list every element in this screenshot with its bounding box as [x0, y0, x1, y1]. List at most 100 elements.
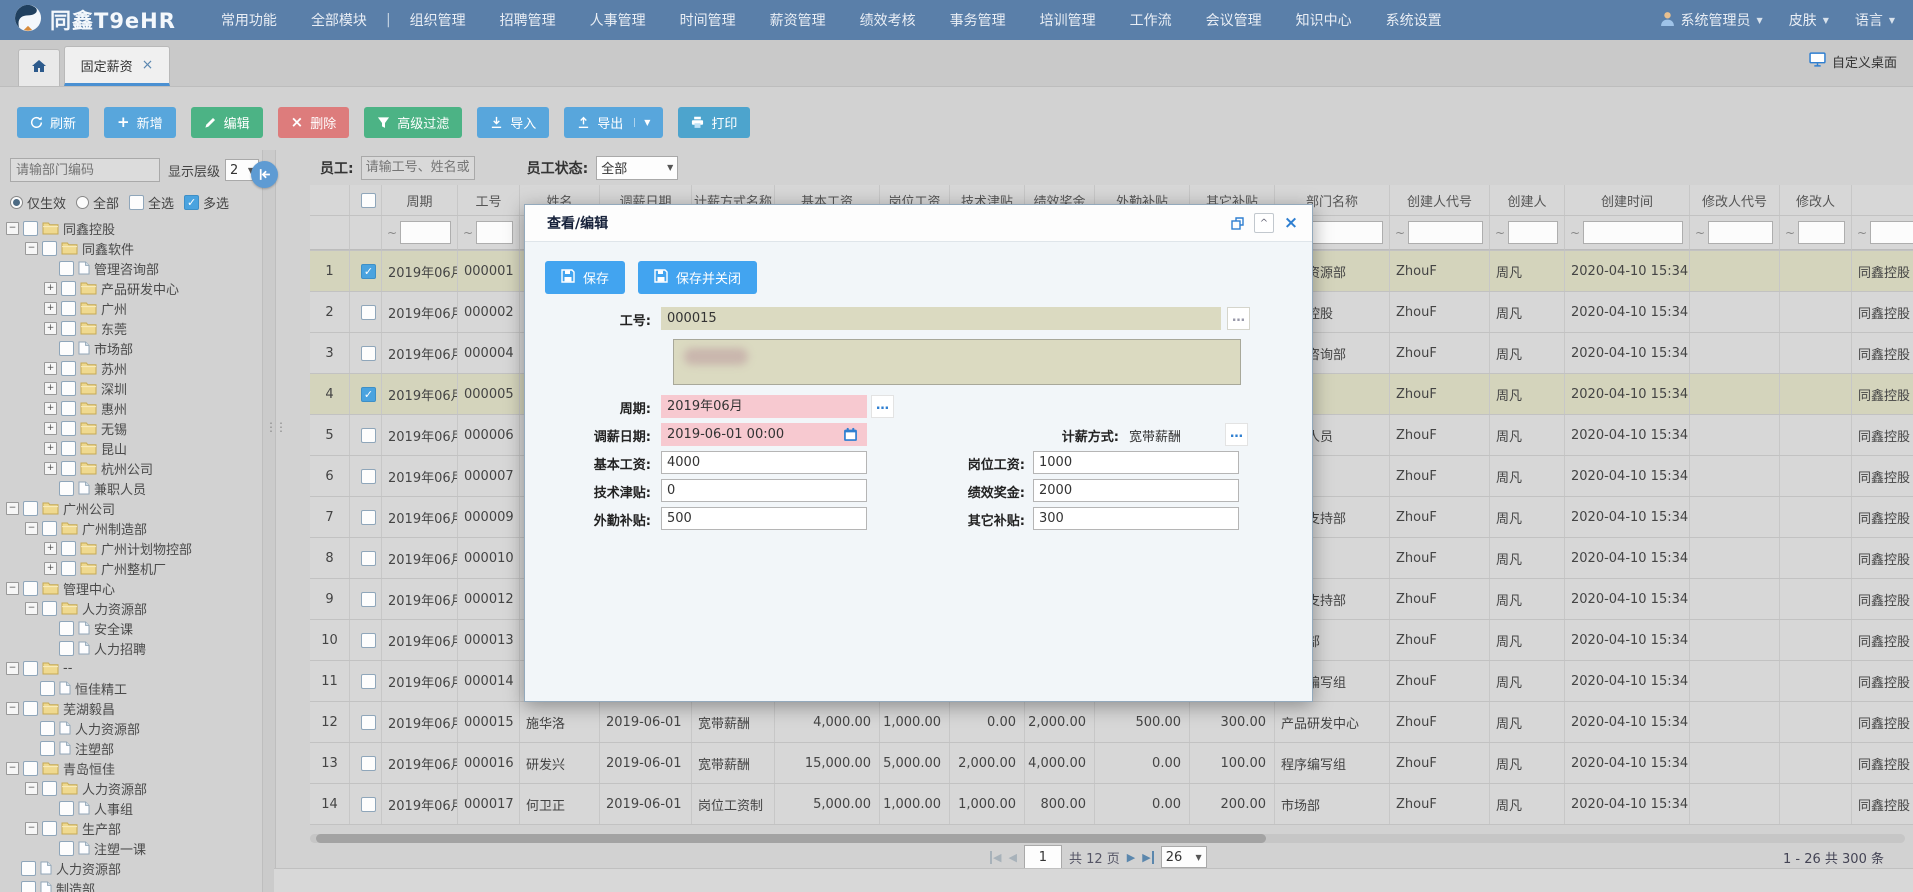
expand-node-icon[interactable]: +	[44, 402, 57, 415]
adjust-date-field[interactable]: 2019-06-01 00:00	[661, 423, 867, 446]
tree-checkbox[interactable]	[61, 281, 76, 296]
tab-fixed-salary[interactable]: 固定薪资 ×	[64, 46, 170, 86]
column-filter-input[interactable]	[400, 221, 451, 244]
tree-item[interactable]: 人力资源部	[0, 718, 262, 738]
collapse-node-icon[interactable]: −	[6, 762, 19, 775]
tree-checkbox[interactable]	[61, 401, 76, 416]
expand-node-icon[interactable]: +	[44, 282, 57, 295]
close-dialog-icon[interactable]: ×	[1282, 214, 1300, 232]
nav-item-13[interactable]: 知识中心	[1279, 10, 1369, 30]
user-menu[interactable]: 系统管理员▼	[1660, 10, 1763, 30]
expand-node-icon[interactable]: +	[44, 302, 57, 315]
tree-checkbox[interactable]	[42, 821, 57, 836]
tree-item[interactable]: 管理咨询部	[0, 258, 262, 278]
print-button[interactable]: 打印	[678, 107, 750, 138]
empno-lookup-button[interactable]: …	[1227, 307, 1250, 330]
table-row[interactable]: 122019年06月000015施华洛2019-06-01宽带薪酬4,000.0…	[310, 702, 1913, 743]
tree-item[interactable]: 制造部	[0, 878, 262, 892]
nav-item-2[interactable]: 全部模块	[294, 10, 384, 30]
dept-code-input[interactable]	[10, 158, 160, 182]
page-number-input[interactable]	[1024, 845, 1062, 869]
tree-item[interactable]: −广州制造部	[0, 518, 262, 538]
nav-item-11[interactable]: 工作流	[1113, 10, 1189, 30]
tree-item[interactable]: 注塑一课	[0, 838, 262, 858]
tree-checkbox[interactable]	[23, 701, 38, 716]
tree-checkbox[interactable]	[59, 841, 74, 856]
expand-node-icon[interactable]: +	[44, 382, 57, 395]
horizontal-scrollbar[interactable]	[310, 834, 1905, 843]
column-filter-input[interactable]	[1870, 221, 1913, 244]
tree-item[interactable]: +广州	[0, 298, 262, 318]
scrollbar-thumb[interactable]	[316, 834, 1266, 843]
filter-button[interactable]: 高级过滤	[364, 107, 462, 138]
tree-item[interactable]: +昆山	[0, 438, 262, 458]
row-checkbox[interactable]	[361, 633, 376, 648]
nav-item-6[interactable]: 时间管理	[663, 10, 753, 30]
plus-button[interactable]: +新增	[104, 107, 176, 138]
column-filter-input[interactable]	[1708, 221, 1773, 244]
edit-button[interactable]: 编辑	[191, 107, 263, 138]
radio-all[interactable]	[76, 196, 89, 209]
expand-node-icon[interactable]: +	[44, 362, 57, 375]
row-checkbox[interactable]	[361, 756, 376, 771]
tree-item[interactable]: +杭州公司	[0, 458, 262, 478]
import-button[interactable]: 导入	[477, 107, 549, 138]
row-checkbox[interactable]	[361, 551, 376, 566]
tree-item[interactable]: +苏州	[0, 358, 262, 378]
column-filter-input[interactable]	[476, 221, 513, 244]
tree-item[interactable]: −青岛恒佳	[0, 758, 262, 778]
tab-home[interactable]	[18, 49, 60, 86]
calendar-icon[interactable]	[843, 427, 858, 442]
tree-checkbox[interactable]	[23, 501, 38, 516]
tree-item[interactable]: 兼职人员	[0, 478, 262, 498]
row-checkbox[interactable]: ✓	[361, 387, 376, 402]
tree-checkbox[interactable]	[61, 561, 76, 576]
collapse-node-icon[interactable]: −	[6, 222, 19, 235]
nav-item-3[interactable]: 组织管理	[393, 10, 483, 30]
nav-item-12[interactable]: 会议管理	[1189, 10, 1279, 30]
period-field[interactable]: 2019年06月	[661, 395, 867, 418]
tree-checkbox[interactable]	[40, 741, 55, 756]
tree-item[interactable]: −人力资源部	[0, 598, 262, 618]
tree-item[interactable]: +广州计划物控部	[0, 538, 262, 558]
tree-item[interactable]: −同鑫控股	[0, 218, 262, 238]
tree-item[interactable]: 人力资源部	[0, 858, 262, 878]
period-lookup-button[interactable]: …	[871, 395, 894, 418]
nav-item-7[interactable]: 薪资管理	[753, 10, 843, 30]
tree-checkbox[interactable]	[42, 241, 57, 256]
prev-page-icon[interactable]: ◀	[1008, 851, 1016, 864]
expand-node-icon[interactable]: +	[44, 322, 57, 335]
row-checkbox[interactable]	[361, 346, 376, 361]
other-allowance-input[interactable]	[1033, 507, 1239, 530]
tree-checkbox[interactable]	[59, 481, 74, 496]
radio-active-only[interactable]	[10, 196, 23, 209]
dropdown-caret-icon[interactable]: ▼	[634, 118, 650, 127]
expand-node-icon[interactable]: +	[44, 462, 57, 475]
nav-item-14[interactable]: 系统设置	[1369, 10, 1459, 30]
skin-menu[interactable]: 皮肤▼	[1789, 10, 1829, 30]
save-and-close-button[interactable]: 保存并关闭	[638, 261, 757, 294]
tree-item[interactable]: +深圳	[0, 378, 262, 398]
nav-item-9[interactable]: 事务管理	[933, 10, 1023, 30]
row-checkbox[interactable]	[361, 305, 376, 320]
next-page-icon[interactable]: ▶	[1127, 851, 1135, 864]
tree-checkbox[interactable]	[61, 441, 76, 456]
column-filter-input[interactable]	[1408, 221, 1483, 244]
tree-checkbox[interactable]	[59, 641, 74, 656]
save-button[interactable]: 保存	[545, 261, 625, 294]
table-row[interactable]: 132019年06月000016研发兴2019-06-01宽带薪酬15,000.…	[310, 743, 1913, 784]
collapse-node-icon[interactable]: −	[25, 782, 38, 795]
tree-item[interactable]: 恒佳精工	[0, 678, 262, 698]
language-menu[interactable]: 语言▼	[1855, 10, 1895, 30]
column-filter-input[interactable]	[1583, 221, 1683, 244]
page-size-select[interactable]: 26▼	[1161, 846, 1207, 868]
popout-window-icon[interactable]	[1228, 214, 1246, 232]
row-checkbox[interactable]	[361, 715, 376, 730]
tree-checkbox[interactable]	[23, 761, 38, 776]
close-button[interactable]: ×删除	[278, 107, 350, 138]
custom-desktop-button[interactable]: 自定义桌面	[1809, 52, 1897, 71]
tree-checkbox[interactable]	[59, 341, 74, 356]
tree-item[interactable]: −广州公司	[0, 498, 262, 518]
expand-node-icon[interactable]: +	[44, 422, 57, 435]
collapse-dialog-icon[interactable]: ^	[1254, 213, 1274, 233]
